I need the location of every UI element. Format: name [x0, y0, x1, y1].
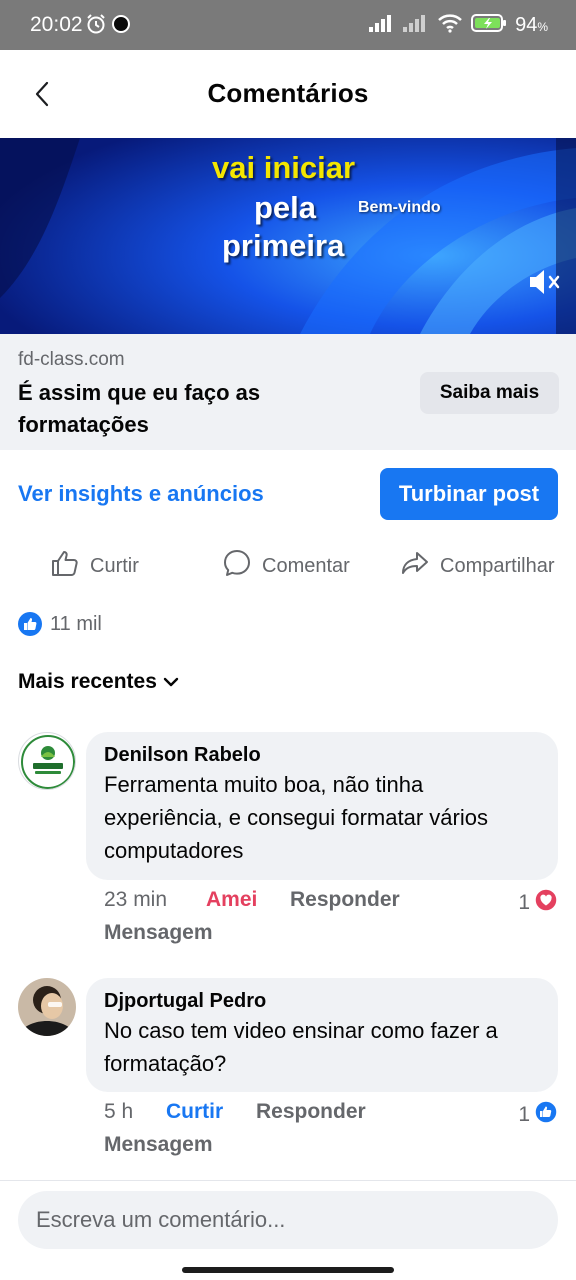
link-preview[interactable]: fd-class.com É assim que eu faço as form… [0, 334, 576, 450]
alarm-icon [85, 13, 107, 40]
like-icon [534, 1100, 558, 1130]
comment-message-button[interactable]: Mensagem [104, 921, 213, 945]
speech-bubble-icon [222, 548, 252, 584]
reaction-count: 11 mil [50, 612, 102, 635]
share-arrow-icon [400, 548, 430, 584]
video-caption: vai iniciar pela primeira Bem-vindo [0, 138, 576, 334]
avatar-photo-image [18, 978, 76, 1036]
comment-text: No caso tem video ensinar como fazer a f… [104, 1018, 498, 1076]
caption-line-2: pela [254, 190, 317, 225]
volume-muted-icon [526, 270, 562, 302]
insights-link[interactable]: Ver insights e anúncios [18, 481, 264, 507]
status-time: 20:02 [30, 13, 83, 36]
comment-author[interactable]: Djportugal Pedro [104, 988, 540, 1014]
reaction-summary[interactable]: 11 mil [18, 612, 102, 636]
status-right: 94% [369, 13, 548, 38]
comment-author[interactable]: Denilson Rabelo [104, 742, 540, 768]
battery-percent-unit: % [537, 20, 548, 34]
comment-reaction-count[interactable]: 1 [518, 888, 558, 918]
video-watermark: Bem-vindo [358, 199, 441, 216]
link-domain: fd-class.com [18, 349, 125, 370]
comment-time: 5 h [104, 1100, 134, 1123]
caption-line-1: vai iniciar [212, 150, 356, 185]
caption-line-3: primeira [222, 228, 345, 263]
battery-icon [471, 13, 507, 38]
comment-input[interactable] [18, 1191, 558, 1249]
comment-meta: 23 min Amei Responder Mensagem [104, 888, 554, 958]
comment-reaction-count-value: 1 [518, 1103, 530, 1126]
app-notification-icon [112, 15, 130, 33]
comment-label: Comentar [262, 554, 350, 577]
comment-reaction-count-value: 1 [518, 891, 530, 914]
comment-reaction-button[interactable]: Curtir [166, 1100, 223, 1124]
link-headline: É assim que eu faço as formatações [18, 380, 261, 437]
boost-post-button[interactable]: Turbinar post [380, 468, 558, 520]
status-bar: 20:02 94% [0, 0, 576, 50]
comment-text: Ferramenta muito boa, não tinha experiên… [104, 772, 488, 863]
battery-percent-value: 94 [515, 14, 538, 36]
comment-meta: 5 h Curtir Responder Mensagem [104, 1100, 554, 1170]
learn-more-button[interactable]: Saiba mais [420, 372, 559, 414]
like-label: Curtir [90, 554, 139, 577]
post-actions: Curtir Comentar Compartilhar [0, 546, 576, 586]
wifi-icon [437, 13, 463, 38]
chevron-down-icon [163, 670, 179, 694]
comment-bubble[interactable]: Djportugal Pedro No caso tem video ensin… [86, 978, 558, 1092]
comment-bubble[interactable]: Denilson Rabelo Ferramenta muito boa, nã… [86, 732, 558, 880]
signal-secondary-icon [403, 14, 429, 37]
like-badge-icon [18, 612, 42, 636]
share-button[interactable]: Compartilhar [400, 546, 554, 586]
avatar[interactable] [18, 978, 76, 1036]
mute-button[interactable] [526, 266, 562, 298]
share-label: Compartilhar [440, 554, 555, 577]
comment-reply-button[interactable]: Responder [290, 888, 400, 912]
comment-message-button[interactable]: Mensagem [104, 1133, 213, 1157]
sort-label: Mais recentes [18, 670, 157, 693]
video-player[interactable]: vai iniciar pela primeira Bem-vindo [0, 138, 576, 334]
comment-composer-bar [0, 1180, 576, 1280]
avatar[interactable] [18, 732, 76, 790]
love-icon [534, 888, 558, 918]
comment-button[interactable]: Comentar [222, 546, 350, 586]
like-button[interactable]: Curtir [50, 546, 139, 586]
top-app-bar: Comentários [0, 50, 576, 138]
signal-icon [369, 14, 395, 37]
home-indicator[interactable] [182, 1267, 394, 1273]
page-title: Comentários [207, 78, 369, 108]
thumbs-up-icon [50, 548, 80, 584]
avatar-logo-image [21, 735, 75, 789]
comment-reply-button[interactable]: Responder [256, 1100, 366, 1124]
comment-reaction-count[interactable]: 1 [518, 1100, 558, 1130]
sort-dropdown[interactable]: Mais recentes [18, 670, 179, 694]
battery-percent: 94% [515, 14, 548, 37]
comment-time: 23 min [104, 888, 168, 911]
comment-reaction-button[interactable]: Amei [206, 888, 257, 912]
